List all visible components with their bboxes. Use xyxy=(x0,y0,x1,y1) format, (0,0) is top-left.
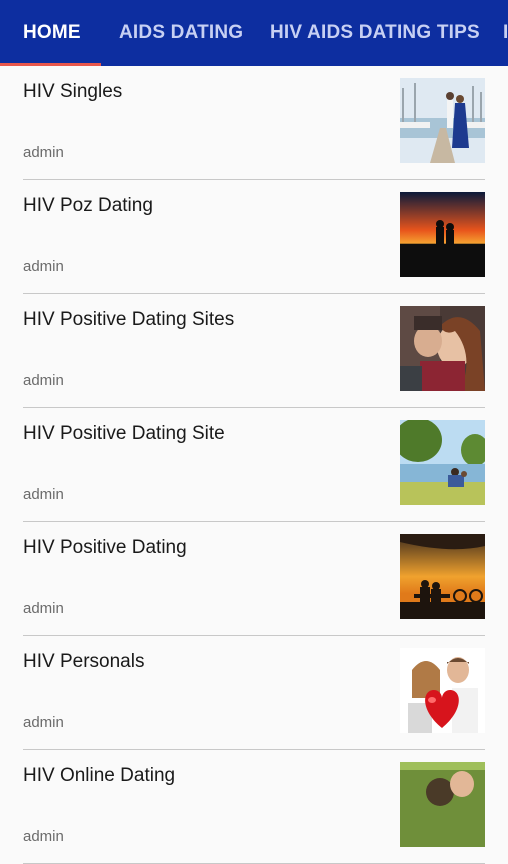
tab-aids-dating[interactable]: AIDS DATING xyxy=(119,0,243,66)
post-title[interactable]: HIV Singles xyxy=(23,81,122,103)
post-title[interactable]: HIV Poz Dating xyxy=(23,195,153,217)
post-author: admin xyxy=(23,828,64,845)
post-item[interactable]: HIV Positive Dating Site admin xyxy=(0,408,508,522)
post-author: admin xyxy=(23,486,64,503)
top-tab-bar: HOME AIDS DATING HIV AIDS DATING TIPS I xyxy=(0,0,508,66)
post-author: admin xyxy=(23,258,64,275)
tab-home[interactable]: HOME xyxy=(23,0,81,66)
post-author: admin xyxy=(23,600,64,617)
post-thumbnail[interactable] xyxy=(400,192,485,277)
tab-overflow[interactable]: I xyxy=(503,0,508,66)
post-thumbnail[interactable] xyxy=(400,762,485,847)
post-item[interactable]: HIV Positive Dating Sites admin xyxy=(0,294,508,408)
post-thumbnail[interactable] xyxy=(400,420,485,505)
post-title[interactable]: HIV Positive Dating xyxy=(23,537,187,559)
post-title[interactable]: HIV Personals xyxy=(23,651,144,673)
post-list: HIV Singles admin HIV Poz Dating admin H… xyxy=(0,66,508,864)
post-author: admin xyxy=(23,714,64,731)
post-author: admin xyxy=(23,372,64,389)
post-thumbnail[interactable] xyxy=(400,78,485,163)
post-title[interactable]: HIV Positive Dating Site xyxy=(23,423,225,445)
tab-hiv-aids-dating-tips[interactable]: HIV AIDS DATING TIPS xyxy=(270,0,480,66)
post-thumbnail[interactable] xyxy=(400,306,485,391)
post-author: admin xyxy=(23,144,64,161)
post-item[interactable]: HIV Singles admin xyxy=(0,66,508,180)
post-thumbnail[interactable] xyxy=(400,648,485,733)
post-thumbnail[interactable] xyxy=(400,534,485,619)
post-item[interactable]: HIV Poz Dating admin xyxy=(0,180,508,294)
post-item[interactable]: HIV Personals admin xyxy=(0,636,508,750)
post-item[interactable]: HIV Online Dating admin xyxy=(0,750,508,864)
post-title[interactable]: HIV Positive Dating Sites xyxy=(23,309,234,331)
post-title[interactable]: HIV Online Dating xyxy=(23,765,175,787)
post-item[interactable]: HIV Positive Dating admin xyxy=(0,522,508,636)
